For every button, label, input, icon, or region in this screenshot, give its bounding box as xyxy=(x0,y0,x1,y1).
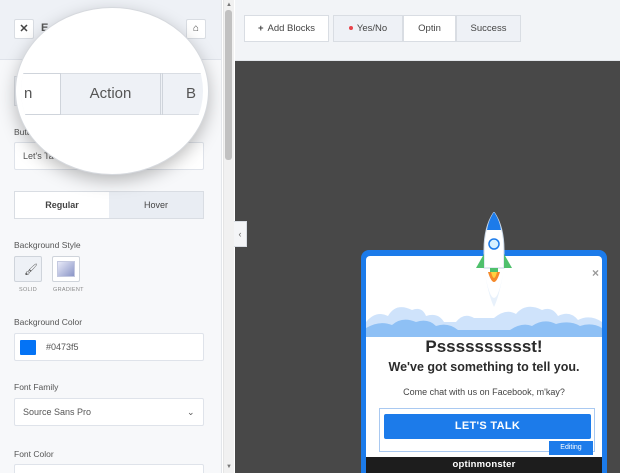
scrollbar-thumb[interactable] xyxy=(225,10,232,160)
view-success-button[interactable]: Success xyxy=(456,15,521,42)
tab-hover[interactable]: Hover xyxy=(109,192,203,218)
magnified-tab-third: B xyxy=(186,85,197,102)
font-color-label: Font Color xyxy=(14,449,54,459)
optin-popup: × Psssssssssst! We've got something to t… xyxy=(361,212,607,473)
tab-regular[interactable]: Regular xyxy=(15,192,109,218)
solid-caption: SOLID xyxy=(19,287,38,293)
magnified-divider xyxy=(162,73,163,115)
home-icon[interactable]: ⌂ xyxy=(186,19,206,39)
add-blocks-label: Add Blocks xyxy=(267,23,316,34)
paint-brush-icon: 🖌 xyxy=(24,264,38,276)
state-toggle: Regular Hover xyxy=(14,191,204,219)
background-style-label: Background Style xyxy=(14,240,81,250)
color-swatch[interactable] xyxy=(20,340,36,355)
popup-subheadline: We've got something to tell you. xyxy=(388,360,580,374)
view-yes-no-button[interactable]: Yes/No xyxy=(333,15,403,42)
add-blocks-button[interactable]: + Add Blocks xyxy=(244,15,329,42)
chevron-down-icon: ⌄ xyxy=(187,407,195,417)
close-icon[interactable]: ✕ xyxy=(14,19,34,39)
popup-close-icon[interactable]: × xyxy=(592,266,599,280)
editor-panel: ✕ E ⌂ Action Butt Let's Ta Regular Hover… xyxy=(0,0,222,473)
popup-text: Come chat with us on Facebook, m'kay? xyxy=(403,387,565,397)
magnified-tab-first: n xyxy=(21,73,61,115)
gradient-caption: GRADIENT xyxy=(53,287,84,293)
cta-editing-frame: LET'S TALK Editing xyxy=(379,408,595,455)
solid-style-option[interactable]: 🖌 xyxy=(14,256,42,282)
chevron-left-icon[interactable]: ‹ xyxy=(234,221,247,247)
magnified-tab-action: Action xyxy=(61,73,161,115)
gradient-icon xyxy=(57,261,75,277)
popup-body: × Psssssssssst! We've got something to t… xyxy=(366,212,602,473)
scroll-down-arrow-icon[interactable]: ▼ xyxy=(226,464,232,470)
background-color-label: Background Color xyxy=(14,317,83,327)
yes-no-dot-icon xyxy=(348,26,353,31)
font-family-label: Font Family xyxy=(14,382,59,392)
plus-icon: + xyxy=(257,23,264,34)
scroll-up-arrow-icon[interactable]: ▲ xyxy=(226,2,232,8)
yes-no-label: Yes/No xyxy=(356,23,388,34)
background-color-value: #0473f5 xyxy=(46,342,79,352)
gradient-style-option[interactable] xyxy=(52,256,80,282)
top-toolbar: + Add Blocks Yes/No Optin Success xyxy=(235,0,620,61)
optinmonster-brand-bar: optinmonster xyxy=(366,457,602,473)
rocket-icon xyxy=(476,212,512,307)
font-family-select[interactable]: Source Sans Pro xyxy=(14,398,204,426)
font-color-input[interactable] xyxy=(14,464,204,473)
lets-talk-button[interactable]: LET'S TALK xyxy=(384,414,591,439)
magnifier-overlay: n Action B xyxy=(16,8,208,174)
popup-headline: Psssssssssst! xyxy=(425,337,543,356)
view-optin-button[interactable]: Optin xyxy=(403,15,456,42)
background-color-input[interactable] xyxy=(14,333,204,361)
editing-badge: Editing xyxy=(549,441,593,455)
